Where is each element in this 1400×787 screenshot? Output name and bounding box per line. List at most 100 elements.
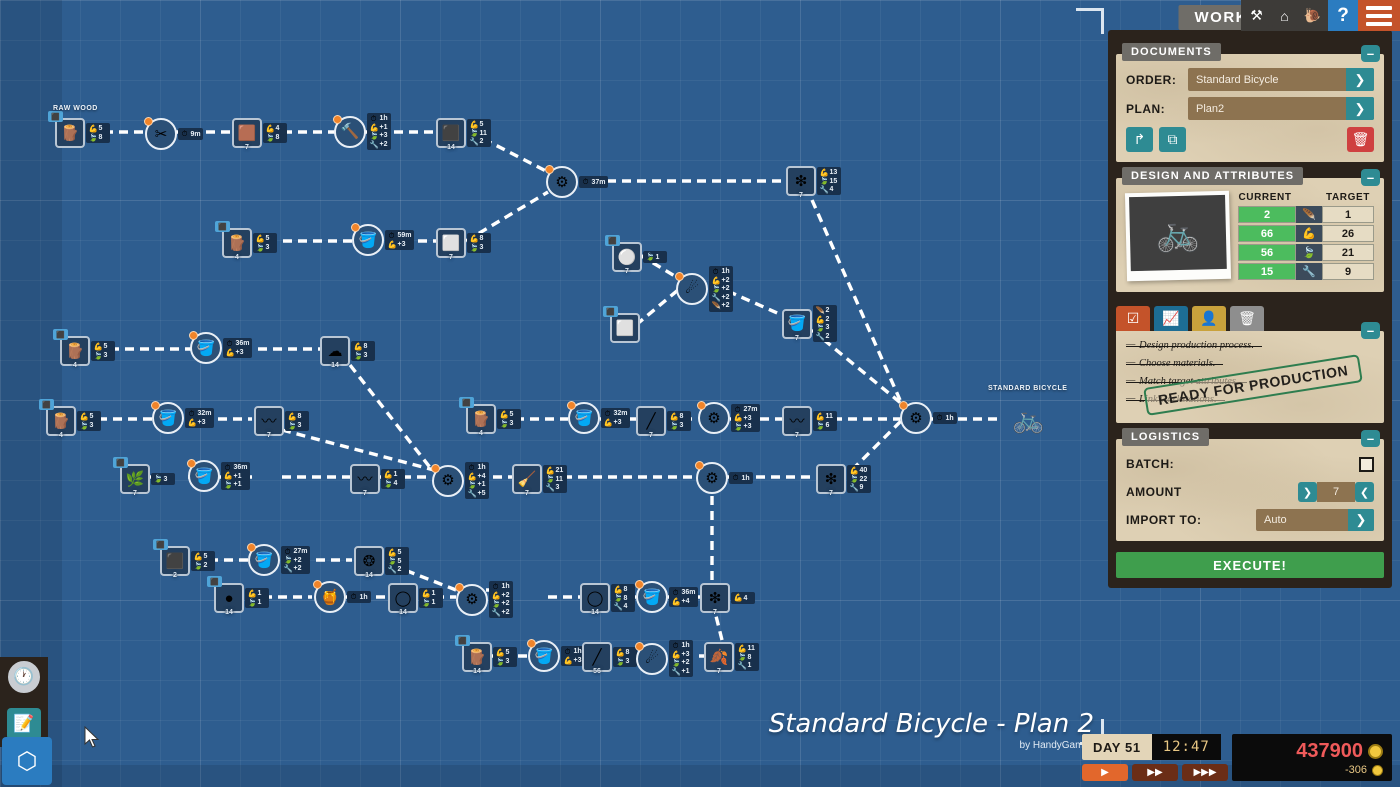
workstation-node[interactable]: 🪣 ⏱ 36m 💪 +4: [635, 580, 699, 613]
item-icon[interactable]: 🍂 7: [704, 642, 734, 675]
item-icon[interactable]: 🧹 7: [512, 464, 542, 497]
workstation-icon[interactable]: ⚙: [899, 401, 932, 434]
workstation-node[interactable]: ✂ ⏱ 9m: [144, 117, 204, 150]
item-icon[interactable]: ❇ 7: [816, 464, 846, 497]
item-node[interactable]: ◯ 14 💪 1 🍃 1: [388, 583, 443, 616]
workstation-node[interactable]: ☄ ⏱ 1h 💪 +2 🍃 +2 🔧 +2 🪶 +2: [675, 266, 733, 312]
workstation-icon[interactable]: ✂: [144, 117, 177, 150]
new-plan-icon[interactable]: ↱: [1126, 127, 1153, 152]
item-node[interactable]: ╱ 7 💪 8 🍃 3: [636, 406, 691, 439]
workstation-icon[interactable]: 🪣: [151, 401, 184, 434]
item-icon[interactable]: ⬛ ⬛ 2: [153, 539, 190, 579]
item-icon[interactable]: ◯ 14: [388, 583, 418, 616]
item-node[interactable]: ⬛ 🪵 14 💪 5 🍃 3: [455, 635, 517, 675]
item-node[interactable]: ⬛ ⚪ 7 🍃 1: [605, 235, 667, 275]
workstation-icon[interactable]: ⚙: [431, 463, 464, 497]
plan-dropdown[interactable]: Plan2 ❯: [1188, 97, 1374, 120]
workstation-node[interactable]: 🪣 ⏱ 59m 💪 +3: [351, 223, 415, 256]
item-icon[interactable]: ⬛ 🪵 4: [39, 399, 76, 439]
workstation-icon[interactable]: 🪣: [187, 459, 220, 492]
workstation-node[interactable]: ⚙ ⏱ 1h: [695, 461, 753, 494]
workstation-icon[interactable]: 🍯: [313, 580, 346, 613]
item-icon[interactable]: ⬛ 🪵: [48, 111, 85, 148]
amount-increment-button[interactable]: ❮: [1355, 482, 1374, 502]
item-icon[interactable]: 〰 7: [254, 406, 284, 439]
item-node[interactable]: ⬛ 🪵 💪 5 🍃 8: [48, 111, 110, 148]
workstation-icon[interactable]: 🪣: [189, 331, 222, 364]
workstation-node[interactable]: ⚙ ⏱ 1h 💪 +2 🍃 +2 🔧 +2: [455, 581, 513, 618]
workstation-icon[interactable]: ⚙: [695, 461, 728, 494]
item-node[interactable]: ⬛ 🪵 4 💪 5 🍃 3: [459, 397, 521, 437]
speed-fastest[interactable]: ▶▶▶: [1182, 764, 1228, 781]
workstation-icon[interactable]: 🪣: [351, 223, 384, 256]
worksheet-dock-icon[interactable]: 📝: [7, 708, 41, 740]
workstation-node[interactable]: 🪣 ⏱ 27m 🍃 +2 🔧 +2: [247, 543, 311, 576]
item-icon[interactable]: ⬛ 🪵 4: [53, 329, 90, 369]
workstation-node[interactable]: ⚙ ⏱ 27m 💪 +3 🍃 +3: [697, 401, 761, 434]
workstation-icon[interactable]: 🪣: [527, 639, 560, 672]
item-node[interactable]: ❇ 7 💪 13 🍃 15 🔧 4: [786, 166, 841, 199]
copy-plan-icon[interactable]: ⧉: [1159, 127, 1186, 152]
item-icon[interactable]: ❇ 7: [700, 583, 730, 616]
amount-value[interactable]: 7: [1317, 482, 1355, 502]
item-icon[interactable]: ☁ 14: [320, 336, 350, 369]
tab-staff[interactable]: 👤: [1192, 306, 1226, 331]
import-to-dropdown[interactable]: Auto ❯: [1256, 509, 1374, 531]
item-icon[interactable]: ╱ 56: [582, 642, 612, 675]
workstation-node[interactable]: 🔨 ⏱ 1h 💪 +1 🍃 +3 🔧 +2: [333, 113, 391, 150]
item-icon[interactable]: ⬛ 🪵 4: [459, 397, 496, 437]
tab-statistics[interactable]: 📈: [1154, 306, 1188, 331]
item-node[interactable]: 〰 7 💪 8 🍃 3: [254, 406, 309, 439]
item-icon[interactable]: 🪣 7: [782, 308, 812, 342]
clock-icon[interactable]: 🕐: [6, 659, 42, 695]
item-node[interactable]: ◯ 14 💪 8 🍃 8 🔧 4: [580, 583, 635, 616]
item-icon[interactable]: ╱ 7: [636, 406, 666, 439]
speed-play[interactable]: ▶: [1082, 764, 1128, 781]
item-icon[interactable]: 〰 7: [782, 406, 812, 439]
item-node[interactable]: ⬛ 🪵 4 💪 5 🍃 3: [215, 221, 277, 261]
item-icon[interactable]: ⬛ 14: [436, 118, 466, 151]
item-icon[interactable]: ⬛ ⚪ 7: [605, 235, 642, 275]
workstation-icon[interactable]: 🪣: [567, 401, 600, 434]
item-node[interactable]: ❇ 7 💪 40 🍃 22 🔧 9: [816, 464, 871, 497]
item-node[interactable]: ☁ 14 💪 8 🍃 3: [320, 336, 375, 369]
workstation-icon[interactable]: ⚙: [455, 582, 488, 616]
workstation-node[interactable]: 🪣 ⏱ 36m 💪 +1 🍃 +1: [187, 459, 251, 492]
documents-minimize-button[interactable]: –: [1361, 45, 1380, 62]
snail-icon[interactable]: 🐌: [1300, 3, 1325, 28]
logistics-minimize-button[interactable]: –: [1361, 430, 1380, 447]
workstation-icon[interactable]: ⚙: [697, 401, 730, 434]
workstation-node[interactable]: ⚙ ⏱ 1h: [899, 401, 957, 434]
workstation-node[interactable]: 🪣 ⏱ 32m 💪 +3: [567, 401, 631, 434]
tools-icon[interactable]: ⚒: [1244, 3, 1269, 28]
order-dropdown[interactable]: Standard Bicycle ❯: [1188, 68, 1374, 91]
item-icon[interactable]: ⬛ 🪵 4: [215, 221, 252, 261]
item-icon[interactable]: ⬛ ● 14: [207, 576, 244, 616]
item-icon[interactable]: ⬛ ⬜: [603, 306, 640, 343]
workstation-node[interactable]: 🪣 ⏱ 32m 💪 +3: [151, 401, 215, 434]
item-node[interactable]: ❇ 7 💪 4: [700, 583, 755, 616]
item-node[interactable]: ⬛ 🪵 4 💪 5 🍃 3: [39, 399, 101, 439]
item-icon[interactable]: ⬜ 7: [436, 228, 466, 261]
batch-checkbox[interactable]: [1359, 456, 1374, 472]
item-icon[interactable]: ❇ 7: [786, 166, 816, 199]
item-node[interactable]: 〰 7 💪 1 🍃 4: [350, 464, 405, 497]
item-icon[interactable]: ⬛ 🌿 7: [113, 457, 150, 497]
item-node[interactable]: 🟫 7 💪 4 🍃 8: [232, 118, 287, 151]
design-minimize-button[interactable]: –: [1361, 169, 1380, 186]
workstation-icon[interactable]: 🪣: [635, 580, 668, 613]
item-node[interactable]: 🍂 7 💪 11 🍃 8 🔧 1: [704, 642, 759, 675]
design-cube-icon[interactable]: ⬡: [2, 737, 52, 785]
item-node[interactable]: ⬛ ⬜: [603, 306, 640, 343]
workstation-icon[interactable]: 🪣: [247, 543, 280, 576]
help-button[interactable]: ?: [1328, 0, 1358, 31]
item-node[interactable]: ⬛ 🌿 7 🍃 3: [113, 457, 175, 497]
workstation-node[interactable]: 🪣 ⏱ 36m 💪 +3: [189, 331, 253, 364]
item-node[interactable]: ⬛ 🪵 4 💪 5 🍃 3: [53, 329, 115, 369]
home-icon[interactable]: ⌂: [1272, 3, 1297, 28]
item-node[interactable]: ⬛ ⬛ 2 💪 5 🍃 2: [153, 539, 215, 579]
item-node[interactable]: 🪣 7 🪶 2 💪 2 🍃 3 🔧 2: [782, 305, 837, 342]
tab-delete[interactable]: 🗑: [1230, 306, 1264, 331]
item-node[interactable]: ⬛ 14 💪 5 🍃 11 🔧 2: [436, 118, 491, 151]
item-icon[interactable]: 🟫 7: [232, 118, 262, 151]
